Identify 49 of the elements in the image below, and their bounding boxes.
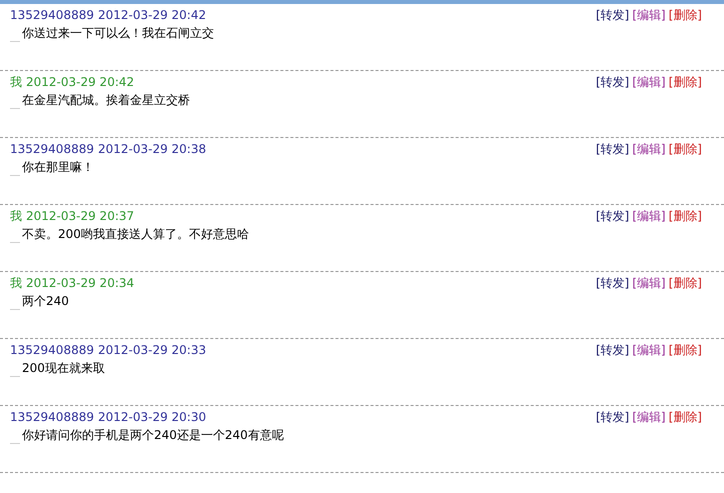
indent-mark [10,41,20,42]
action-link[interactable]: [编辑] [632,208,666,224]
indent-mark [10,108,20,109]
indent-mark [10,242,20,243]
action-link[interactable]: [转发] [596,74,630,90]
action-link[interactable]: [删除] [668,140,702,158]
message-text: 你好请问你的手机是两个240还是一个240有意呢 [22,427,284,444]
sender-name: 13529408889 [10,343,94,357]
action-link[interactable]: [编辑] [632,6,666,24]
indent-mark [10,443,20,444]
action-link[interactable]: [编辑] [632,342,666,358]
message-text: 不卖。200哟我直接送人算了。不好意思哈 [22,226,249,243]
message-time: 2012-03-29 20:30 [98,410,206,424]
action-link[interactable]: [删除] [668,408,702,426]
message-time: 2012-03-29 20:34 [26,276,134,290]
action-link[interactable]: [转发] [596,274,630,292]
action-link[interactable]: [转发] [596,6,630,24]
message-text: 你送过来一下可以么！我在石闸立交 [22,25,214,42]
message-time: 2012-03-29 20:42 [26,75,134,89]
indent-mark [10,376,20,377]
sender-name: 13529408889 [10,8,94,22]
message-text: 200现在就来取 [22,360,105,377]
message-time: 2012-03-29 20:42 [98,8,206,22]
action-link[interactable]: [编辑] [632,140,666,158]
sender-name: 我 [10,208,22,224]
sender-name: 13529408889 [10,142,94,156]
sender-name: 13529408889 [10,410,94,424]
message-time: 2012-03-29 20:38 [98,142,206,156]
action-link[interactable]: [转发] [596,140,630,158]
message-text: 在金星汽配城。挨着金星立交桥 [22,92,190,109]
sender-name: 我 [10,74,22,90]
action-link[interactable]: [删除] [668,274,702,292]
sender-name: 我 [10,274,22,292]
action-link[interactable]: [编辑] [632,408,666,426]
action-link[interactable]: [编辑] [632,74,666,90]
action-link[interactable]: [删除] [668,342,702,358]
indent-mark [10,175,20,176]
indent-mark [10,309,20,310]
action-link[interactable]: [删除] [668,74,702,90]
action-link[interactable]: [删除] [668,6,702,24]
message-time: 2012-03-29 20:33 [98,343,206,357]
action-link[interactable]: [转发] [596,408,630,426]
message-time: 2012-03-29 20:37 [26,209,134,223]
action-link[interactable]: [转发] [596,208,630,224]
message-text: 两个240 [22,293,69,310]
action-link[interactable]: [删除] [668,208,702,224]
action-link[interactable]: [转发] [596,342,630,358]
action-link[interactable]: [编辑] [632,274,666,292]
message-text: 你在那里嘛！ [22,159,94,176]
